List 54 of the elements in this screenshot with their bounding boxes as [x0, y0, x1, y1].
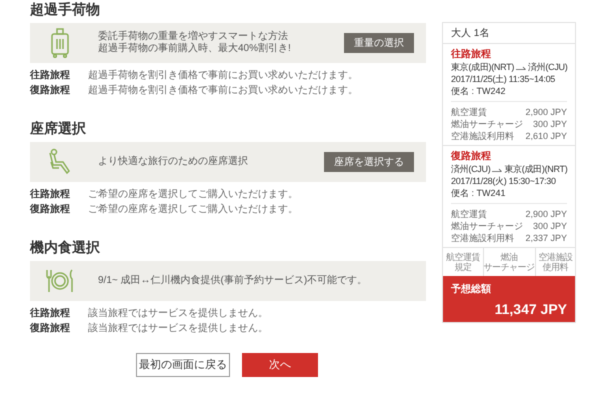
info-text: 委託手荷物の重量を増やすスマートな方法	[98, 31, 289, 42]
info-text: 超過手荷物の事前購入時、最大40%割引き!	[98, 43, 292, 55]
row-label: 復路旅程	[30, 322, 71, 336]
flight-number: 便名 : TW241	[451, 187, 567, 204]
fee-amount: 2,900 JPY	[525, 208, 567, 220]
flight-datetime: 2017/11/25(土) 11:35~14:05	[451, 73, 556, 85]
info-text: より快適な旅行のための座席選択	[98, 156, 249, 168]
fee-label: 燃油サーチャージ	[451, 118, 523, 130]
section-heading: 座席選択	[30, 119, 87, 137]
fee-label: 空港施設利用料	[451, 232, 514, 244]
fee-amount: 2,610 JPY	[525, 130, 567, 142]
select-button[interactable]: 重量の選択	[344, 33, 414, 53]
fee-label: 航空運賃	[451, 106, 487, 118]
luggage-icon	[50, 28, 70, 58]
row-label: 復路旅程	[30, 202, 71, 217]
row-label: 往路旅程	[30, 188, 71, 202]
row-label: 往路旅程	[30, 306, 71, 321]
flight-number: 便名 : TW242	[451, 85, 567, 102]
row-text: ご希望の座席を選択してご購入いただけます。	[88, 188, 298, 202]
row-text: 該当旅程ではサービスを提供しません。	[88, 322, 268, 336]
next-button[interactable]: 次へ	[242, 353, 318, 377]
fee-amount: 300 JPY	[532, 118, 567, 130]
section-heading: 超過手荷物	[30, 0, 101, 18]
fee-amount: 300 JPY	[532, 220, 567, 232]
seat-icon	[47, 148, 73, 176]
row-text: 超過手荷物を割引き価格で事前にお買い求めいただけます。	[88, 84, 358, 98]
passenger-count: 大人 1名	[443, 23, 575, 44]
total-amount: 11,347 JPY	[494, 300, 567, 319]
fee-amount: 2,337 JPY	[525, 232, 567, 244]
flight-datetime: 2017/11/28(火) 15:30~17:30	[451, 175, 557, 187]
leg-title: 復路旅程	[451, 150, 492, 163]
fee-label: 燃油サーチャージ	[451, 220, 523, 232]
route-origin: 東京(成田)(NRT)	[451, 61, 514, 73]
route-destination: 東京(成田)(NRT)	[504, 163, 568, 175]
fee-label: 空港施設利用料	[451, 130, 514, 142]
row-text: 超過手荷物を割引き価格で事前にお買い求めいただけます。	[88, 68, 358, 83]
route-destination: 済州(CJU)	[528, 61, 568, 73]
total-label: 予想総額	[451, 282, 492, 297]
plate-cutlery-icon	[44, 268, 76, 294]
select-button[interactable]: 座席を選択する	[324, 152, 414, 172]
fee-info-link[interactable]: 航空運賃 規定	[443, 248, 482, 276]
route-origin: 済州(CJU)	[451, 163, 490, 175]
arrow-icon	[516, 64, 526, 70]
row-text: 該当旅程ではサービスを提供しません。	[88, 306, 268, 321]
row-text: ご希望の座席を選択してご購入いただけます。	[88, 202, 298, 217]
leg-title: 往路旅程	[451, 48, 492, 61]
row-label: 復路旅程	[30, 84, 71, 98]
section-heading: 機内食選択	[30, 238, 101, 256]
back-button[interactable]: 最初の画面に戻る	[136, 353, 230, 377]
arrow-icon	[492, 166, 502, 172]
fee-label: 航空運賃	[451, 208, 487, 220]
row-label: 往路旅程	[30, 68, 71, 83]
info-text: 9/1~ 成田↔仁川機内食提供(事前予約サービス)不可能です。	[98, 275, 368, 287]
fee-amount: 2,900 JPY	[525, 106, 567, 118]
